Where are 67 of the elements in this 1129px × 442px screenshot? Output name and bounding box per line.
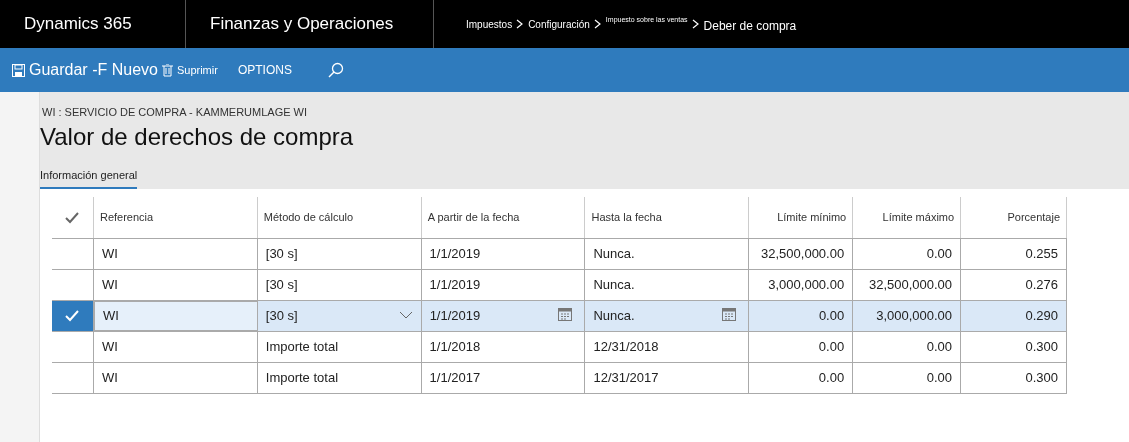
table-cell: 0.290 bbox=[961, 301, 1067, 331]
table-cell: Nunca. bbox=[585, 270, 750, 300]
table-cell: [30 s] bbox=[257, 239, 422, 269]
breadcrumb-link[interactable]: Impuestos bbox=[466, 16, 513, 32]
table-cell: 3,000,000.00 bbox=[853, 301, 962, 331]
table-cell: 3,000,000.00 bbox=[749, 270, 854, 300]
table-cell: 1/1/2017 bbox=[421, 363, 586, 393]
table-cell: 0.00 bbox=[749, 363, 854, 393]
table-cell[interactable]: WI bbox=[93, 301, 258, 331]
column-header[interactable]: Porcentaje bbox=[961, 197, 1068, 238]
chevron-icon bbox=[691, 19, 700, 29]
module-name[interactable]: Finanzas y Operaciones bbox=[186, 11, 433, 37]
table-cell: 0.00 bbox=[749, 301, 854, 331]
table-cell: 32,500,000.00 bbox=[749, 239, 854, 269]
table-cell: 12/31/2018 bbox=[585, 332, 750, 362]
checkmark-icon bbox=[65, 211, 80, 224]
table-cell: 0.00 bbox=[749, 332, 854, 362]
table-cell: WI bbox=[93, 363, 258, 393]
table-row[interactable]: WI [30 s] 1/1/2019 Nunca. 32,500,000.00 0.00 0.255 bbox=[52, 239, 1067, 270]
table-cell: WI bbox=[93, 270, 258, 300]
table-cell: Importe total bbox=[257, 363, 422, 393]
page-title: Valor de derechos de compra bbox=[40, 121, 355, 152]
table-cell: Importe total bbox=[257, 332, 422, 362]
calendar-icon[interactable] bbox=[558, 308, 573, 321]
save-button[interactable]: Guardar -F Nuevo bbox=[12, 58, 158, 82]
table-cell[interactable]: Nunca. bbox=[585, 301, 750, 331]
delete-button[interactable]: Suprimir bbox=[161, 61, 218, 79]
column-header[interactable]: Referencia bbox=[93, 197, 258, 238]
table-cell: 0.00 bbox=[853, 332, 962, 362]
chevron-icon bbox=[516, 19, 525, 29]
table-row[interactable]: WI [30 s] 1/1/2019 Nunca. 0.00 3,000,000.00 0.290 bbox=[52, 301, 1067, 332]
dropdown-chevron-icon[interactable] bbox=[398, 311, 413, 319]
calendar-icon[interactable] bbox=[722, 308, 737, 321]
table-cell: 0.300 bbox=[961, 363, 1067, 393]
page-subtitle: WI : SERVICIO DE COMPRA - KAMMERUMLAGE WI bbox=[41, 105, 309, 120]
table-cell[interactable]: [30 s] bbox=[257, 301, 422, 331]
column-header[interactable]: Método de cálculo bbox=[257, 197, 422, 238]
checkmark-icon bbox=[65, 310, 80, 322]
table-cell: 0.00 bbox=[853, 363, 962, 393]
table-cell: [30 s] bbox=[257, 270, 422, 300]
table-cell: 0.255 bbox=[961, 239, 1067, 269]
table-cell: 0.276 bbox=[961, 270, 1067, 300]
search-icon[interactable] bbox=[327, 62, 344, 78]
table-row[interactable]: WI Importe total 1/1/2017 12/31/2017 0.00 0.00 0.300 bbox=[52, 363, 1067, 394]
table-cell: 32,500,000.00 bbox=[853, 270, 962, 300]
table-row[interactable]: WI Importe total 1/1/2018 12/31/2018 0.00 0.00 0.300 bbox=[52, 332, 1067, 363]
table-cell: WI bbox=[93, 332, 258, 362]
column-header[interactable]: Límite máximo bbox=[853, 197, 962, 238]
table-cell: 0.00 bbox=[853, 239, 962, 269]
table-cell: Nunca. bbox=[585, 239, 750, 269]
breadcrumb-link[interactable]: Configuración bbox=[528, 16, 590, 32]
breadcrumb-link[interactable]: Deber de compra bbox=[703, 13, 797, 35]
column-header[interactable]: Límite mínimo bbox=[749, 197, 854, 238]
app-name[interactable]: Dynamics 365 bbox=[0, 11, 185, 37]
table-cell: 1/1/2018 bbox=[421, 332, 586, 362]
table-cell: 1/1/2019 bbox=[421, 239, 586, 269]
column-header[interactable]: A partir de la fecha bbox=[421, 197, 586, 238]
table-cell: WI bbox=[93, 239, 258, 269]
table-cell: 1/1/2019 bbox=[421, 270, 586, 300]
table-cell: 12/31/2017 bbox=[585, 363, 750, 393]
column-header[interactable]: Hasta la fecha bbox=[585, 197, 750, 238]
options-button[interactable]: OPTIONS bbox=[237, 61, 292, 79]
table-cell: 0.300 bbox=[961, 332, 1067, 362]
save-icon bbox=[12, 63, 25, 77]
table-cell[interactable]: 1/1/2019 bbox=[421, 301, 586, 331]
chevron-icon bbox=[593, 19, 602, 29]
trash-icon bbox=[161, 63, 173, 77]
